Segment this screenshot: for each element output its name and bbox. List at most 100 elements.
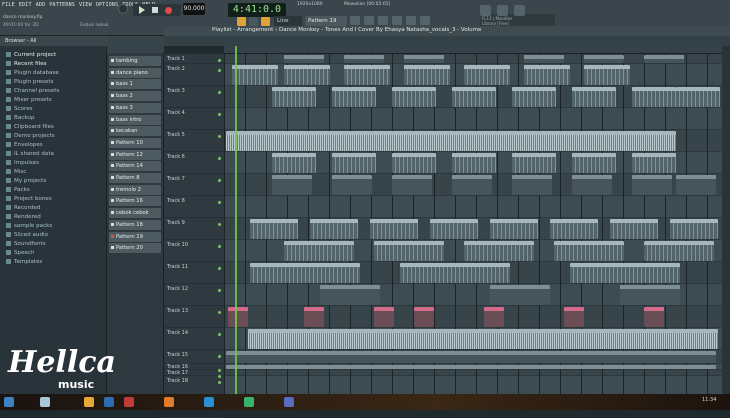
typing-keyboard-icon[interactable] <box>249 17 258 26</box>
clip[interactable]: Pattern 16 <box>464 241 534 261</box>
track-header[interactable]: Track 2 <box>164 64 224 86</box>
clip[interactable]: tambing <box>344 65 390 85</box>
track-lane[interactable] <box>224 376 722 394</box>
track-enable-icon[interactable] <box>218 135 221 138</box>
track-enable-icon[interactable] <box>218 333 221 336</box>
track-enable-icon[interactable] <box>218 311 221 314</box>
clip[interactable]: Pattern 14 <box>250 263 360 283</box>
browser-item-impulses[interactable]: Impulses <box>6 160 39 166</box>
clip[interactable]: Patt. 19 <box>512 87 556 107</box>
picker-item-pattern-8[interactable]: Pattern 8 <box>109 173 161 183</box>
browser-item-project-bones[interactable]: Project bones <box>6 196 52 202</box>
browser-item-scores[interactable]: Scores <box>6 106 33 112</box>
clip[interactable]: Pattern 10 <box>228 307 248 327</box>
clip[interactable]: kecakan <box>572 175 612 195</box>
vertical-scrollbar[interactable] <box>722 46 730 394</box>
clip[interactable]: Pattern 10 <box>644 307 664 327</box>
pattern-select[interactable]: Pattern 19 <box>305 16 347 26</box>
track-header[interactable]: Track 10 <box>164 240 224 262</box>
track-header[interactable]: Track 15 <box>164 350 224 364</box>
browser-item-clipboard-files[interactable]: Clipboard files <box>6 124 54 130</box>
browser-item-packs[interactable]: Packs <box>6 187 30 193</box>
browser-item-current-project[interactable]: Current project <box>6 52 56 58</box>
clip[interactable]: Pattern 10 <box>374 307 394 327</box>
master-volume-knob[interactable] <box>118 4 128 14</box>
clip[interactable]: Dance Monkey - Tones And I Cover By Ehas… <box>226 351 716 363</box>
track-header[interactable]: Track 3 <box>164 86 224 108</box>
clip[interactable]: kecakan <box>272 175 312 195</box>
track-enable-icon[interactable] <box>218 381 221 384</box>
picker-item-dance-piano[interactable]: dance piano <box>109 67 161 78</box>
track-header[interactable]: Track 4 <box>164 108 224 130</box>
browser-item-envelopes[interactable]: Envelopes <box>6 142 43 148</box>
clip[interactable]: Pattern 20 <box>320 285 380 305</box>
clip[interactable]: Patt. 19 <box>632 87 676 107</box>
clip[interactable]: Pattern 10 <box>564 307 584 327</box>
track-enable-icon[interactable] <box>218 355 221 358</box>
browser-icon[interactable] <box>406 16 416 25</box>
picker-item-bass-2[interactable]: bass 2 <box>109 91 161 102</box>
picker-item-kecakan[interactable]: kecakan <box>109 126 161 137</box>
pattern-mode-icon[interactable] <box>237 17 246 26</box>
clip[interactable]: tambing <box>232 65 278 85</box>
clip[interactable]: Dance Monkey - Tones And I Cover By Ehas… <box>226 365 716 369</box>
search-icon[interactable] <box>40 397 50 407</box>
play-icon[interactable] <box>139 6 145 14</box>
snap-select[interactable]: Line <box>274 16 302 26</box>
clip[interactable]: tambing <box>404 55 444 63</box>
clip[interactable]: dan_pia <box>332 153 376 173</box>
track-header[interactable]: Track 9 <box>164 218 224 240</box>
browser-item-soundfonts[interactable]: Soundfonts <box>6 241 46 247</box>
clip[interactable]: kecakan <box>452 175 492 195</box>
menu-options[interactable]: OPTIONS <box>96 2 118 8</box>
clip[interactable]: kecakan <box>676 175 716 195</box>
clip[interactable]: kecakan <box>512 175 552 195</box>
mixer-icon[interactable] <box>392 16 402 25</box>
clip[interactable]: Pattern 14 <box>570 263 680 283</box>
clip[interactable]: Patt. 19 <box>272 87 316 107</box>
picker-item-tremolo-2[interactable]: tremolo 2 <box>109 184 161 195</box>
clip[interactable]: Patt. 19 <box>332 87 376 107</box>
clip[interactable]: bass 2 <box>610 219 658 239</box>
track-enable-icon[interactable] <box>218 113 221 116</box>
clip[interactable]: tambing <box>584 65 630 85</box>
clip[interactable]: kecakan <box>632 175 672 195</box>
clip[interactable]: bass 2 <box>370 219 418 239</box>
track-header[interactable]: Track 7 <box>164 174 224 196</box>
clip[interactable]: Patt. 19 <box>392 87 436 107</box>
track-header[interactable]: Track 6 <box>164 152 224 174</box>
browser-item-plugin-presets[interactable]: Plugin presets <box>6 79 54 85</box>
browser-item-backup[interactable]: Backup <box>6 115 35 121</box>
clip[interactable]: kecakan <box>332 175 372 195</box>
picker-item-pattern-19[interactable]: Pattern 19 <box>109 231 161 242</box>
track-enable-icon[interactable] <box>218 289 221 292</box>
track-enable-icon[interactable] <box>218 69 221 72</box>
clip[interactable]: Pattern 14 <box>400 263 510 283</box>
clip[interactable]: Pattern 20 <box>620 285 680 305</box>
picker-item-tambing[interactable]: tambing <box>109 56 161 66</box>
track-enable-icon[interactable] <box>218 223 221 226</box>
track-header[interactable]: Track 5 <box>164 130 224 152</box>
browser-item-plugin-database[interactable]: Plugin database <box>6 70 59 76</box>
clip[interactable]: tambing <box>584 55 624 63</box>
clip[interactable]: tambing <box>284 65 330 85</box>
clip[interactable]: bass 2 <box>430 219 478 239</box>
track-enable-icon[interactable] <box>218 245 221 248</box>
clip[interactable]: Pattern 10 <box>304 307 324 327</box>
app-icon[interactable] <box>124 397 134 407</box>
track-enable-icon[interactable] <box>218 179 221 182</box>
clip[interactable]: tambing <box>464 65 510 85</box>
clip[interactable]: bass 2 <box>310 219 358 239</box>
browser-item-il-shared-data[interactable]: IL shared data <box>6 151 54 157</box>
picker-item-pattern-20[interactable]: Pattern 20 <box>109 243 161 254</box>
track-header[interactable]: Track 14 <box>164 328 224 350</box>
clip[interactable]: dan_pia <box>512 153 556 173</box>
picker-item-pattern-16[interactable]: Pattern 16 <box>109 196 161 207</box>
whatsapp-icon[interactable] <box>244 397 254 407</box>
clip[interactable]: Pattern 16 <box>284 241 354 261</box>
track-enable-icon[interactable] <box>218 157 221 160</box>
browser-item-sliced-audio[interactable]: Sliced audio <box>6 232 48 238</box>
stop-icon[interactable] <box>152 7 158 13</box>
clip[interactable]: Pattern 16 <box>644 241 714 261</box>
clip[interactable]: Pattern 20 <box>490 285 550 305</box>
